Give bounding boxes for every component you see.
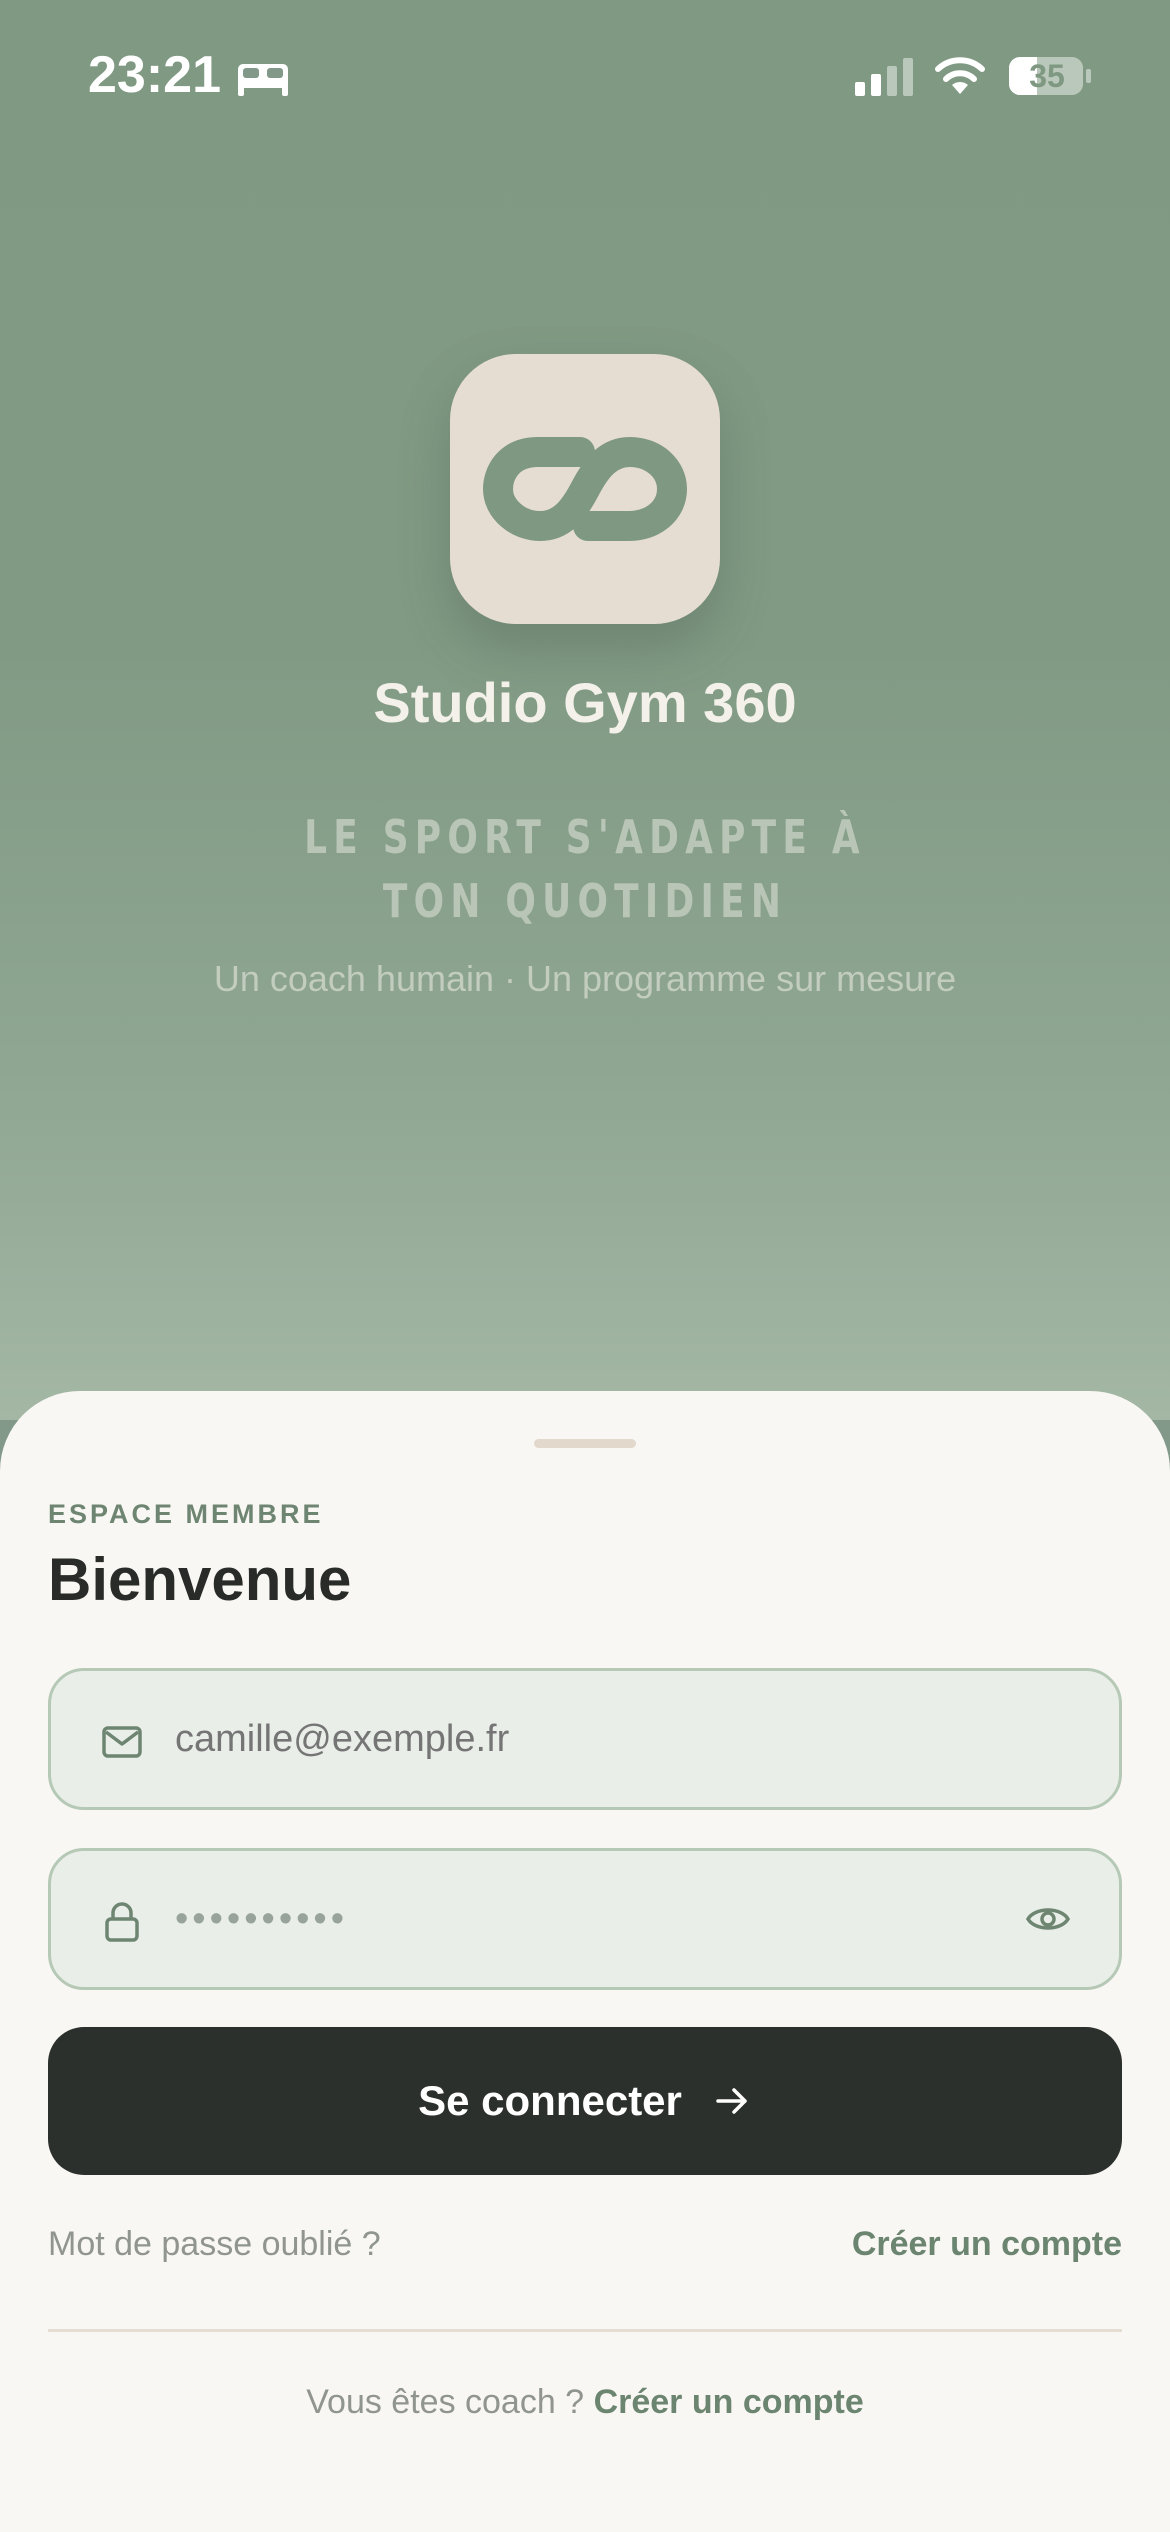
- tagline-line-2: TON QUOTIDIEN: [382, 874, 788, 928]
- email-input[interactable]: [175, 1671, 1075, 1807]
- bed-icon: [238, 64, 288, 96]
- password-field[interactable]: ••••••••••: [48, 1848, 1122, 1990]
- login-button[interactable]: Se connecter: [48, 2027, 1122, 2175]
- arrow-right-icon: [716, 2088, 747, 2114]
- tagline-line-1: LE SPORT S'ADAPTE À: [304, 810, 866, 864]
- infinity-logo-icon: [483, 437, 687, 541]
- app-logo: [450, 354, 720, 624]
- tagline: LE SPORT S'ADAPTE À TON QUOTIDIEN: [129, 805, 1042, 933]
- password-input[interactable]: ••••••••••: [175, 1851, 348, 1987]
- login-sheet: ESPACE MEMBRE Bienvenue •••••••••• Se co…: [0, 1391, 1170, 2532]
- eye-icon[interactable]: [1025, 1901, 1071, 1937]
- coach-create-account-link[interactable]: Créer un compte: [594, 2383, 864, 2421]
- create-account-link[interactable]: Créer un compte: [852, 2225, 1122, 2264]
- email-field[interactable]: [48, 1668, 1122, 1810]
- app-name: Studio Gym 360: [373, 671, 797, 734]
- section-label: ESPACE MEMBRE: [48, 1499, 324, 1529]
- battery-level: 35: [1029, 58, 1065, 94]
- mail-icon: [102, 1726, 142, 1758]
- divider: [48, 2329, 1122, 2332]
- login-button-label: Se connecter: [418, 2077, 682, 2124]
- signal-icon: [855, 58, 913, 96]
- sheet-handle[interactable]: [534, 1439, 636, 1448]
- status-time: 23:21: [88, 46, 221, 104]
- welcome-title: Bienvenue: [48, 1546, 352, 1613]
- hero-subtitle: Un coach humain · Un programme sur mesur…: [213, 958, 957, 999]
- status-bar: 23:21 35: [0, 0, 1170, 150]
- lock-icon: [105, 1902, 139, 1942]
- coach-prompt: Vous êtes coach ?: [306, 2383, 585, 2421]
- coach-signup-line: Vous êtes coach ? Créer un compte: [0, 2383, 1170, 2422]
- forgot-password-link[interactable]: Mot de passe oublié ?: [48, 2225, 381, 2264]
- wifi-icon: [935, 57, 985, 94]
